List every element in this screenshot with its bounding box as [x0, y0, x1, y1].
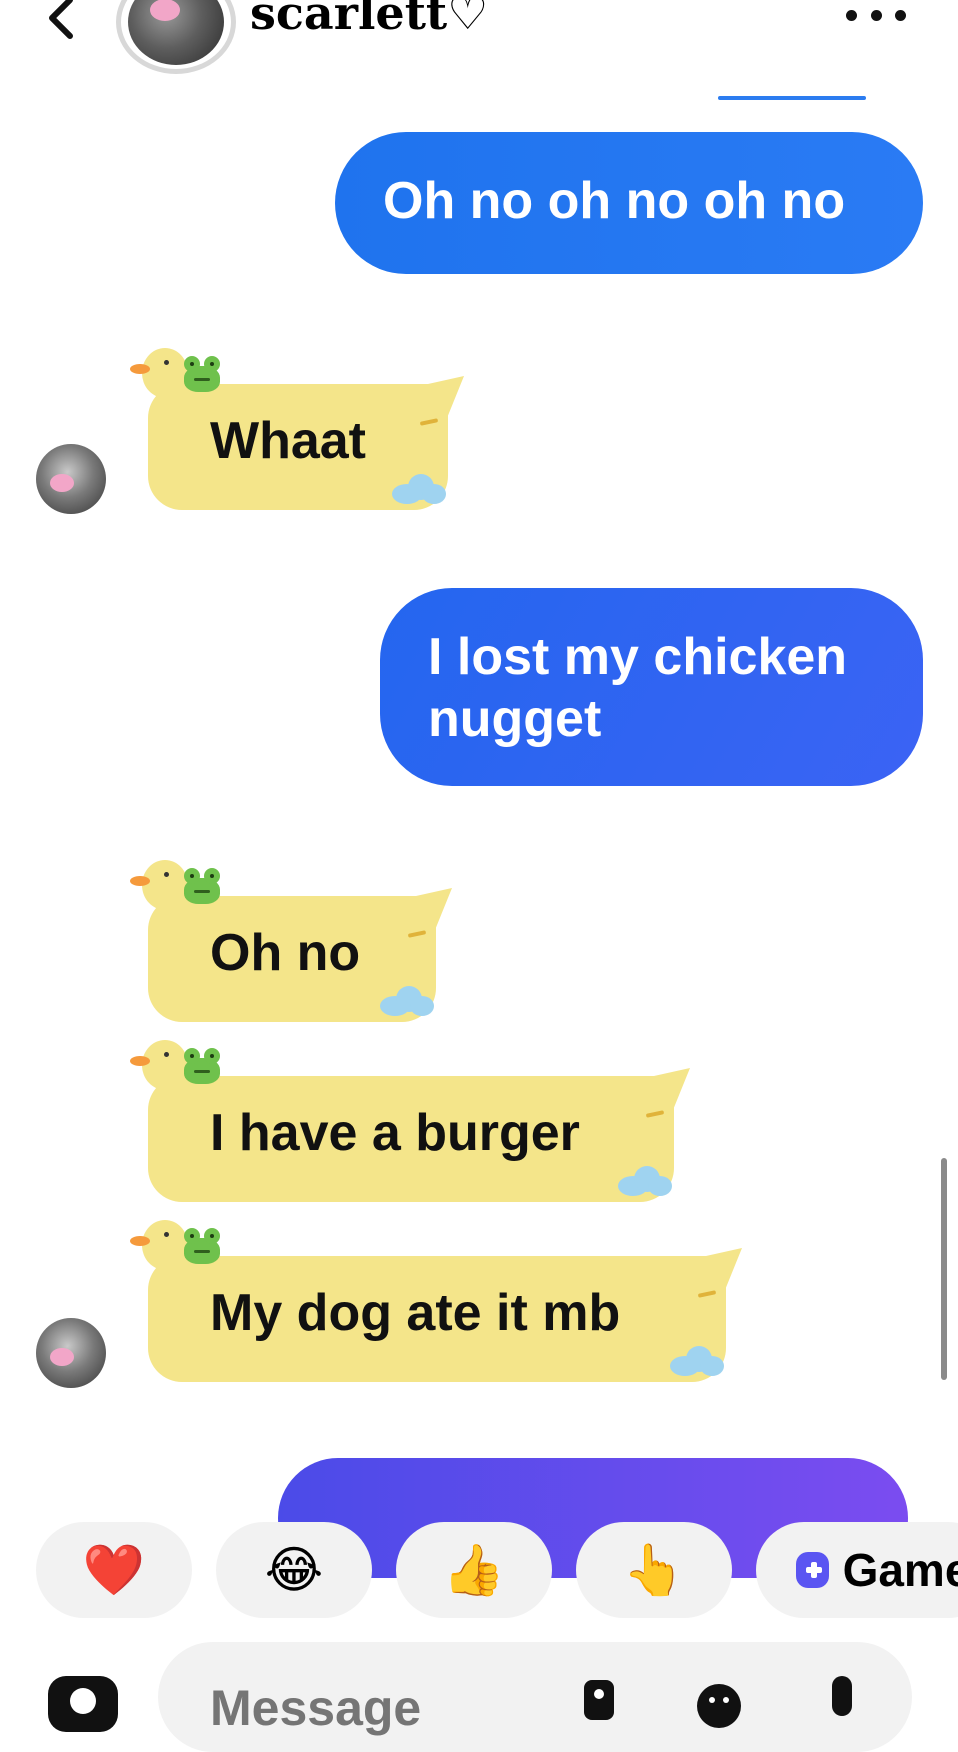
- games-label: Games: [842, 1544, 958, 1596]
- sender-avatar[interactable]: [36, 444, 106, 514]
- chevron-left-icon: [49, 0, 73, 39]
- gallery-icon: [584, 1680, 614, 1720]
- heart-icon: ❤️: [82, 1541, 146, 1598]
- back-button[interactable]: [40, 0, 90, 46]
- laughing-emoji-icon: 😂: [264, 1542, 324, 1598]
- frog-sticker-icon: [180, 354, 224, 394]
- sticker-icon: [697, 1684, 741, 1728]
- message-input[interactable]: [208, 1678, 512, 1738]
- thumbs-up-icon: 👍: [442, 1541, 506, 1598]
- camera-button[interactable]: [48, 1676, 118, 1732]
- games-button[interactable]: Games: [756, 1522, 958, 1618]
- sent-message-bubble[interactable]: Oh no oh no oh no: [335, 132, 923, 274]
- microphone-button[interactable]: [832, 1676, 852, 1716]
- message-text: Oh no oh no oh no: [383, 172, 846, 230]
- received-message-bubble[interactable]: I have a burger: [130, 1040, 690, 1208]
- laugh-reaction-button[interactable]: 😂: [216, 1522, 372, 1618]
- sticker-button[interactable]: [694, 1678, 744, 1728]
- message-text: My dog ate it mb: [210, 1284, 621, 1342]
- cloud-icon: [380, 986, 434, 1016]
- pointing-reaction-button[interactable]: 👆: [576, 1522, 732, 1618]
- contact-name[interactable]: scarlett♡: [250, 0, 488, 38]
- frog-sticker-icon: [180, 866, 224, 906]
- cloud-icon: [392, 474, 446, 504]
- message-text: Whaat: [210, 412, 366, 470]
- chat-header: scarlett♡: [0, 0, 958, 90]
- previous-message-edge: [718, 96, 866, 100]
- gallery-button[interactable]: [578, 1678, 628, 1728]
- cloud-icon: [670, 1346, 724, 1376]
- frog-sticker-icon: [180, 1226, 224, 1266]
- quick-reactions-bar: ❤️ 😂 👍 👆 Games: [0, 1522, 958, 1620]
- received-message-bubble[interactable]: Oh no: [130, 860, 460, 1028]
- sender-avatar[interactable]: [36, 1318, 106, 1388]
- message-composer: [158, 1642, 912, 1752]
- thumbs-up-reaction-button[interactable]: 👍: [396, 1522, 552, 1618]
- sent-message-bubble[interactable]: I lost my chicken nugget: [380, 588, 923, 786]
- gamepad-icon: [796, 1552, 829, 1588]
- frog-sticker-icon: [180, 1046, 224, 1086]
- message-text: I have a burger: [210, 1104, 580, 1162]
- heart-reaction-button[interactable]: ❤️: [36, 1522, 192, 1618]
- message-text: I lost my chicken nugget: [428, 628, 848, 748]
- cloud-icon: [618, 1166, 672, 1196]
- more-horizontal-icon: [846, 9, 857, 21]
- message-text: Oh no: [210, 924, 361, 982]
- scrollbar[interactable]: [941, 1158, 947, 1380]
- contact-avatar[interactable]: [116, 0, 236, 74]
- avatar-photo: [128, 0, 224, 65]
- received-message-bubble[interactable]: My dog ate it mb: [130, 1220, 742, 1388]
- received-message-bubble[interactable]: Whaat: [130, 348, 470, 516]
- more-options-button[interactable]: [846, 0, 906, 30]
- pointing-hand-icon: 👆: [622, 1541, 686, 1598]
